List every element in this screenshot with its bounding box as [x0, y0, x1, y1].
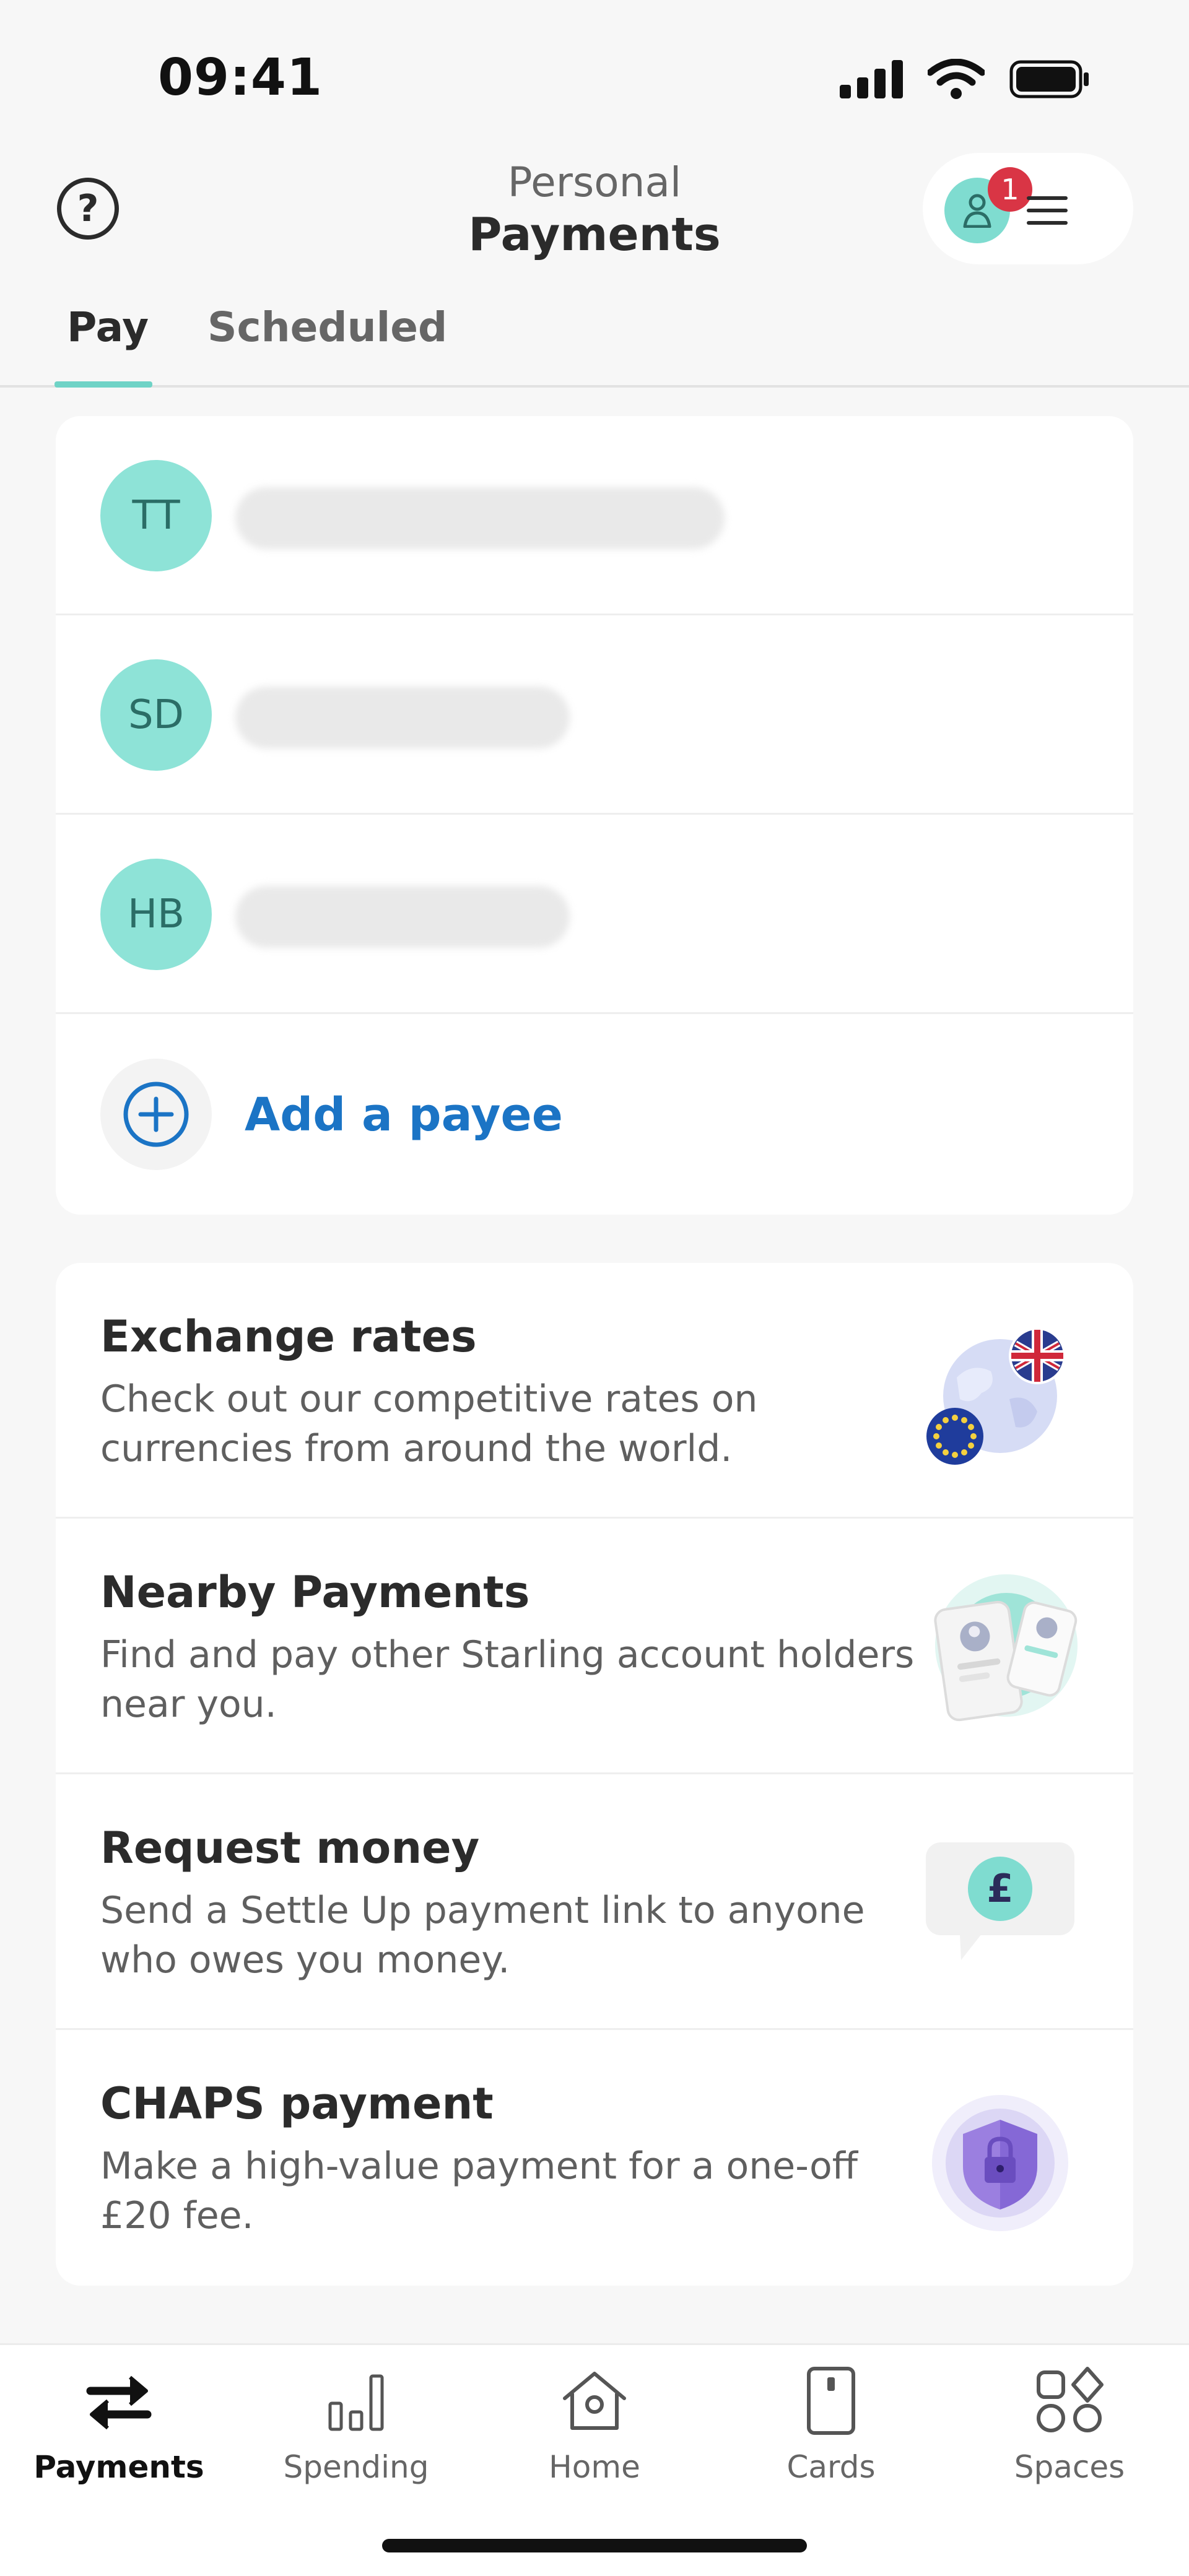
service-title: CHAPS payment — [100, 2078, 494, 2129]
wifi-icon — [928, 59, 985, 99]
payee-name-redacted — [235, 687, 570, 748]
payee-row[interactable]: TT — [56, 416, 1133, 615]
nav-label: Payments — [33, 2449, 204, 2485]
nav-label: Spending — [283, 2449, 429, 2485]
nav-home[interactable]: Home — [489, 2364, 700, 2485]
hamburger-menu-icon[interactable] — [1027, 196, 1068, 233]
service-nearby-payments[interactable]: Nearby Payments Find and pay other Starl… — [56, 1519, 1133, 1774]
nearby-phones-icon — [934, 1574, 1078, 1722]
service-title: Request money — [100, 1823, 480, 1873]
status-icons — [840, 59, 1090, 100]
signal-icon — [840, 60, 903, 98]
payee-name-redacted — [235, 487, 725, 549]
service-description: Check out our competitive rates on curre… — [100, 1377, 758, 1470]
add-payee-label: Add a payee — [245, 1088, 563, 1142]
battery-icon — [1009, 60, 1089, 98]
payee-avatar: HB — [100, 859, 212, 970]
active-tab-indicator — [54, 381, 152, 388]
nav-label: Cards — [786, 2449, 876, 2485]
payee-avatar: SD — [100, 659, 212, 771]
person-icon — [963, 194, 991, 228]
pound-speech-bubble-icon: £ — [926, 1842, 1074, 1960]
bar-chart-icon — [328, 2374, 384, 2431]
nav-spaces[interactable]: Spaces — [964, 2364, 1175, 2485]
home-icon — [563, 2372, 626, 2430]
service-description: Send a Settle Up payment link to anyone … — [100, 1889, 865, 1982]
add-payee-button[interactable]: Add a payee — [56, 1014, 1133, 1215]
service-description: Find and pay other Starling account hold… — [100, 1633, 915, 1726]
status-bar: 09:41 — [0, 0, 1189, 142]
service-title: Nearby Payments — [100, 1567, 530, 1618]
profile-menu-button[interactable]: 1 — [923, 153, 1133, 264]
card-icon — [807, 2367, 855, 2435]
service-request-money[interactable]: Request money Send a Settle Up payment l… — [56, 1774, 1133, 2030]
home-indicator[interactable] — [382, 2539, 807, 2552]
nav-payments[interactable]: Payments — [14, 2364, 224, 2485]
plus-circle-icon — [123, 1082, 189, 1147]
status-time: 09:41 — [158, 48, 323, 107]
service-title: Exchange rates — [100, 1311, 477, 1362]
spaces-grid-icon — [1037, 2367, 1104, 2432]
add-payee-circle — [100, 1059, 212, 1170]
payee-row[interactable]: SD — [56, 615, 1133, 815]
nav-spending[interactable]: Spending — [251, 2364, 461, 2485]
svg-text:£: £ — [986, 1866, 1013, 1911]
nav-cards[interactable]: Cards — [726, 2364, 936, 2485]
transfer-arrows-icon — [86, 2375, 152, 2430]
nav-label: Spaces — [1014, 2449, 1125, 2485]
payees-card: TT SD HB Add a payee — [56, 416, 1133, 1215]
globe-flags-icon — [926, 1327, 1066, 1465]
nav-label: Home — [549, 2449, 640, 2485]
notification-badge: 1 — [988, 167, 1032, 212]
service-chaps-payment[interactable]: CHAPS payment Make a high-value payment … — [56, 2030, 1133, 2286]
tab-pay[interactable]: Pay — [67, 303, 149, 351]
tab-scheduled[interactable]: Scheduled — [207, 303, 447, 351]
service-exchange-rates[interactable]: Exchange rates Check out our competitive… — [56, 1263, 1133, 1519]
payee-row[interactable]: HB — [56, 815, 1133, 1014]
payment-services-card: Exchange rates Check out our competitive… — [56, 1263, 1133, 2286]
payee-name-redacted — [235, 886, 570, 948]
header: ? Personal Payments 1 — [0, 142, 1189, 279]
tab-bar: Pay Scheduled — [0, 291, 1189, 388]
service-description: Make a high-value payment for a one-off … — [100, 2144, 858, 2237]
payee-avatar: TT — [100, 460, 212, 571]
shield-lock-icon — [932, 2095, 1068, 2231]
